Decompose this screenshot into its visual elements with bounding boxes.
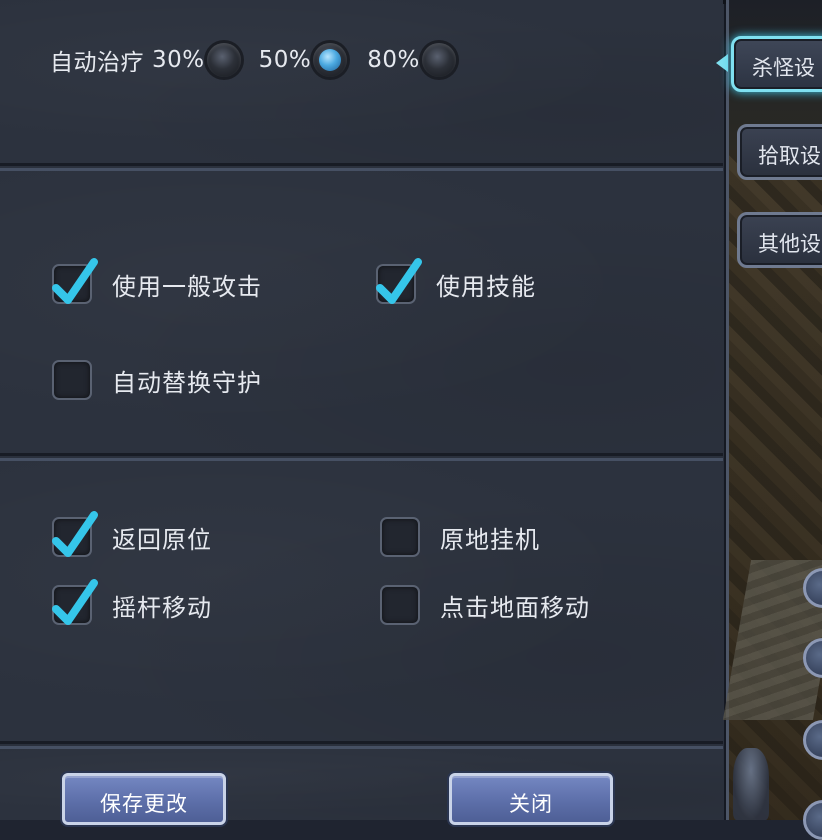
idle-in-place-option[interactable]: 原地挂机 <box>380 517 540 557</box>
normal-attack-checkbox[interactable] <box>52 258 98 304</box>
auto-heal-row: 自动治疗 30% 50% 80% <box>50 40 456 80</box>
idle-in-place-label: 原地挂机 <box>440 525 540 554</box>
return-home-option[interactable]: 返回原位 <box>52 511 212 557</box>
joystick-move-checkbox[interactable] <box>52 579 98 625</box>
tap-ground-move-checkbox[interactable] <box>380 585 420 625</box>
close-button[interactable]: 关闭 <box>449 773 613 825</box>
heal-30-radio[interactable] <box>206 43 241 77</box>
normal-attack-label: 使用一般攻击 <box>112 272 262 301</box>
heal-50-radio[interactable] <box>313 43 348 77</box>
settings-panel: 自动治疗 30% 50% 80% 使用一般攻击 使用技能 自动替换守护 返回原位… <box>0 0 729 825</box>
auto-guard-label: 自动替换守护 <box>112 368 262 397</box>
active-tab-pointer-icon <box>716 54 728 72</box>
joystick-move-label: 摇杆移动 <box>112 593 212 622</box>
checkmark-icon <box>52 579 98 625</box>
checkmark-icon <box>52 258 98 304</box>
auto-heal-label: 自动治疗 <box>50 50 144 76</box>
idle-in-place-checkbox[interactable] <box>380 517 420 557</box>
game-background <box>722 0 822 820</box>
return-home-label: 返回原位 <box>112 525 212 554</box>
use-skill-option[interactable]: 使用技能 <box>376 258 536 304</box>
tab-pickup-settings[interactable]: 拾取设 <box>737 124 822 180</box>
checkmark-icon <box>52 511 98 557</box>
tap-ground-move-label: 点击地面移动 <box>440 593 590 622</box>
use-skill-checkbox[interactable] <box>376 258 422 304</box>
auto-guard-option[interactable]: 自动替换守护 <box>52 360 262 400</box>
auto-guard-checkbox[interactable] <box>52 360 92 400</box>
tab-monster-settings[interactable]: 杀怪设 <box>731 36 822 92</box>
heal-option-80[interactable]: 80% <box>367 43 456 77</box>
heal-option-30-label: 30% <box>152 47 205 73</box>
dragon-ornament-icon <box>733 748 769 820</box>
checkmark-icon <box>376 258 422 304</box>
joystick-move-option[interactable]: 摇杆移动 <box>52 579 212 625</box>
heal-80-radio[interactable] <box>421 43 456 77</box>
attack-section <box>0 168 723 456</box>
normal-attack-option[interactable]: 使用一般攻击 <box>52 258 262 304</box>
return-home-checkbox[interactable] <box>52 511 98 557</box>
heal-option-50[interactable]: 50% <box>259 43 348 77</box>
heal-option-30[interactable]: 30% <box>152 43 241 77</box>
auto-heal-section: 自动治疗 30% 50% 80% <box>0 0 723 166</box>
save-changes-button[interactable]: 保存更改 <box>62 773 226 825</box>
use-skill-label: 使用技能 <box>436 272 536 301</box>
tap-ground-move-option[interactable]: 点击地面移动 <box>380 585 590 625</box>
tab-other-settings[interactable]: 其他设 <box>737 212 822 268</box>
heal-option-80-label: 80% <box>367 47 420 73</box>
heal-option-50-label: 50% <box>258 47 312 73</box>
